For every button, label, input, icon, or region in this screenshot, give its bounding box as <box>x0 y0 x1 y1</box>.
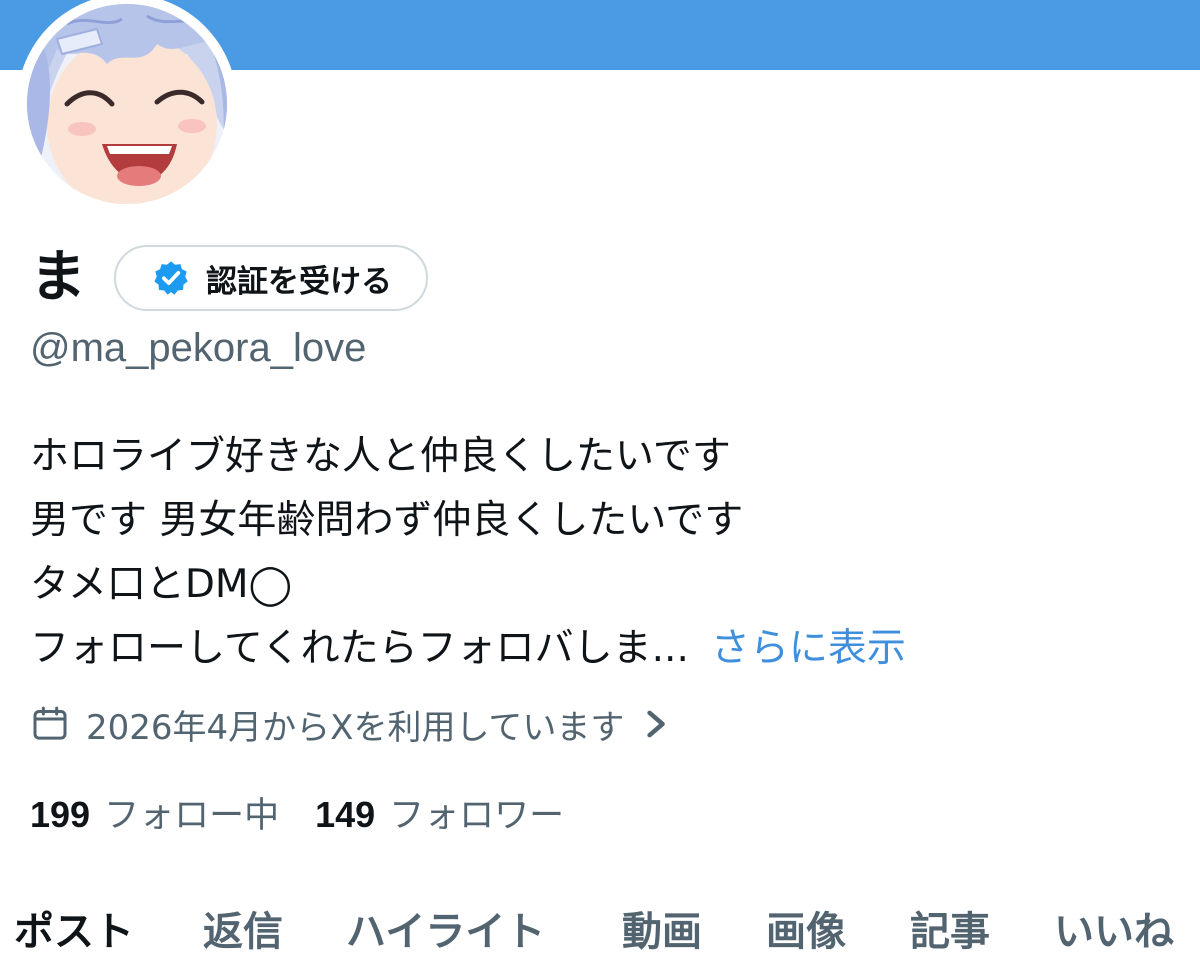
following-link[interactable]: 199 フォロー中 <box>30 787 279 838</box>
get-verified-label: 認証を受ける <box>206 263 392 300</box>
bio-line: 男です 男女年齢問わず仲良くしたいです <box>30 498 744 543</box>
avatar-image <box>27 4 227 204</box>
tab-highlights[interactable]: ハイライト <box>346 893 545 963</box>
display-name: ま <box>30 245 86 310</box>
chevron-right-icon <box>647 710 666 738</box>
joined-date-text: 2026年4月からXを利用しています <box>86 707 625 748</box>
bio: ホロライブ好きな人と仲良くしたいです 男です 男女年齢問わず仲良くしたいです タ… <box>30 425 1180 681</box>
tab-posts[interactable]: ポスト <box>14 893 134 963</box>
following-label: フォロー中 <box>104 795 280 836</box>
verified-badge-icon <box>154 261 188 295</box>
tab-articles[interactable]: 記事 <box>910 893 990 963</box>
get-verified-button[interactable]: 認証を受ける <box>114 245 428 311</box>
following-count: 199 <box>30 793 91 835</box>
bio-line-last: フォローしてくれたらフォロバしま... さらに表示 <box>30 617 1180 681</box>
avatar[interactable] <box>27 4 227 204</box>
followers-link[interactable]: 149 フォロワー <box>315 787 564 838</box>
name-row: ま 認証を受ける <box>30 236 428 320</box>
bio-line: タメ口とDM◯ <box>30 562 293 607</box>
show-more-link[interactable]: さらに表示 <box>711 626 906 671</box>
tab-likes[interactable]: いいね <box>1054 893 1174 963</box>
bio-line: ホロライブ好きな人と仲良くしたいです <box>30 434 731 479</box>
follow-stats: 199 フォロー中 149 フォロワー <box>30 788 600 836</box>
followers-label: フォロワー <box>389 795 565 836</box>
bio-line-text: フォローしてくれたらフォロバしま... <box>30 626 689 671</box>
user-handle: @ma_pekora_love <box>30 326 367 370</box>
tab-replies[interactable]: 返信 <box>203 893 283 963</box>
joined-date-link[interactable]: 2026年4月からXを利用しています <box>30 700 670 748</box>
calendar-icon <box>33 706 67 740</box>
tab-videos[interactable]: 動画 <box>622 893 702 963</box>
tab-images[interactable]: 画像 <box>766 893 846 963</box>
profile-tabs: ポスト 返信 ハイライト 動画 画像 記事 いいね <box>0 893 1200 963</box>
followers-count: 149 <box>315 793 376 835</box>
